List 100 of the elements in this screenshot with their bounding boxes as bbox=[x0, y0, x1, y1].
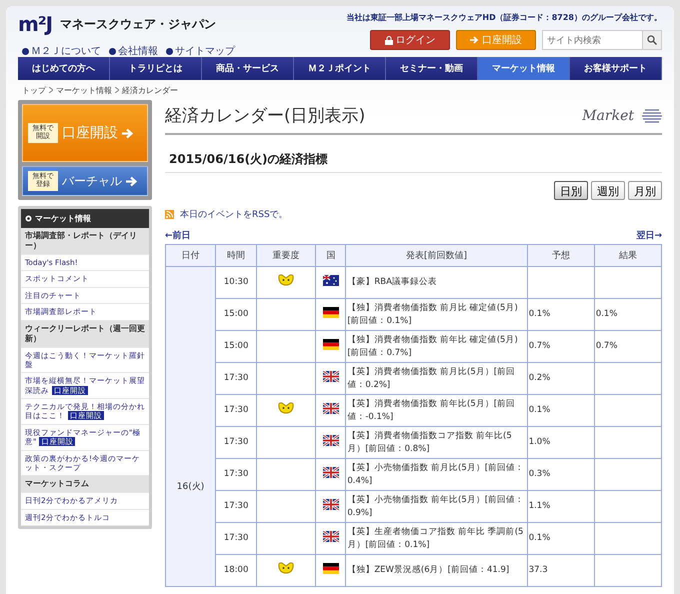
time-cell: 10:30 bbox=[216, 266, 257, 298]
chevron-icon bbox=[49, 87, 53, 93]
uk-flag-icon bbox=[322, 402, 339, 414]
result-cell: 0.7% bbox=[594, 330, 662, 362]
uk-flag-icon bbox=[322, 498, 339, 510]
menu-section-header[interactable]: 市場調査部・レポート（デイリー） bbox=[21, 228, 149, 255]
importance-icon bbox=[277, 561, 296, 576]
uk-flag-icon bbox=[322, 434, 339, 446]
arrow-right-icon bbox=[470, 36, 479, 44]
nav-tab[interactable]: セミナー・動画 bbox=[386, 57, 478, 80]
breadcrumb-link[interactable]: 経済カレンダー bbox=[122, 85, 178, 95]
forecast-cell: 1.0% bbox=[527, 426, 594, 458]
nav-tab[interactable]: 商品・サービス bbox=[202, 57, 294, 80]
lock-icon bbox=[384, 36, 392, 44]
nav-tab[interactable]: トラリピとは bbox=[110, 57, 202, 80]
previous-day-link[interactable]: ←前日 bbox=[165, 229, 191, 242]
result-cell bbox=[594, 426, 662, 458]
login-button[interactable]: ログイン bbox=[370, 30, 450, 50]
nav-tab[interactable]: お客様サポート bbox=[570, 57, 662, 80]
result-cell bbox=[594, 266, 662, 298]
breadcrumb-link[interactable]: マーケット情報 bbox=[56, 85, 112, 95]
germany-flag-icon bbox=[322, 338, 339, 350]
time-cell: 18:00 bbox=[216, 554, 257, 586]
event-cell: 【英】消費者物価指数 前年比(5月）[前回値：-0.1%] bbox=[346, 394, 528, 426]
column-header: 結果 bbox=[594, 244, 662, 266]
forecast-cell: 0.3% bbox=[527, 458, 594, 490]
time-cell: 17:30 bbox=[216, 490, 257, 522]
forecast-cell: 0.1% bbox=[527, 298, 594, 330]
header-link[interactable]: Ｍ２Ｊについて bbox=[22, 44, 101, 58]
column-header: 重要度 bbox=[256, 244, 316, 266]
menu-section-header[interactable]: ウィークリーレポート（週一回更新） bbox=[21, 320, 149, 348]
company-name: マネースクウェア・ジャパン bbox=[60, 16, 216, 32]
nav-tab[interactable]: はじめての方へ bbox=[18, 57, 110, 80]
germany-flag-icon bbox=[322, 562, 339, 574]
rss-icon bbox=[165, 210, 174, 219]
event-cell: 【独】消費者物価指数 前年比 確定値(5月)[前回値：0.7%] bbox=[346, 330, 528, 362]
column-header: 時間 bbox=[216, 244, 257, 266]
importance-icon bbox=[277, 273, 296, 288]
result-cell bbox=[594, 490, 662, 522]
time-cell: 17:30 bbox=[216, 458, 257, 490]
time-cell: 15:00 bbox=[216, 298, 257, 330]
column-header: 国 bbox=[316, 244, 346, 266]
search-field[interactable]: サイト内検索 bbox=[542, 30, 642, 50]
search-button[interactable] bbox=[642, 30, 662, 50]
header-link[interactable]: サイトマップ bbox=[166, 44, 235, 58]
event-cell: 【独】消費者物価指数 前月比 確定値(5月)[前回値：0.1%] bbox=[346, 298, 528, 330]
market-label: Market bbox=[582, 108, 662, 124]
australia-flag-icon bbox=[322, 274, 339, 286]
event-cell: 【独】ZEW景況感(6月）[前回値：41.9] bbox=[346, 554, 528, 586]
page-title: 経済カレンダー(日別表示) bbox=[165, 105, 366, 127]
event-cell: 【英】生産者物価コア指数 前年比 季調前(5月）[前回値：0.1%] bbox=[346, 522, 528, 554]
view-button[interactable]: 日別 bbox=[554, 181, 588, 200]
result-cell bbox=[594, 522, 662, 554]
column-header: 日付 bbox=[166, 244, 216, 266]
uk-flag-icon bbox=[322, 370, 339, 382]
event-cell: 【英】小売物価指数 前月比(5月）[前回値：0.4%] bbox=[346, 458, 528, 490]
date-heading: 2015/06/16(火)の経済指標 bbox=[165, 147, 662, 173]
column-header: 発表[前回数値] bbox=[346, 244, 528, 266]
forecast-cell: 37.3 bbox=[527, 554, 594, 586]
forecast-cell: 0.1% bbox=[527, 522, 594, 554]
importance-icon bbox=[277, 401, 296, 416]
time-cell: 17:30 bbox=[216, 426, 257, 458]
forecast-cell: 0.7% bbox=[527, 330, 594, 362]
event-cell: 【英】消費者物価指数 前月比(5月）[前回値：0.2%] bbox=[346, 362, 528, 394]
company-logo[interactable]: m²J bbox=[18, 12, 52, 36]
germany-flag-icon bbox=[322, 306, 339, 318]
event-cell: 【豪】RBA議事録公表 bbox=[346, 266, 528, 298]
result-cell bbox=[594, 458, 662, 490]
event-cell: 【英】消費者物価指数コア指数 前年比(5月）[前回値：0.8%] bbox=[346, 426, 528, 458]
time-cell: 17:30 bbox=[216, 522, 257, 554]
menu-section-header[interactable]: マーケットコラム bbox=[21, 476, 149, 494]
next-day-link[interactable]: 翌日→ bbox=[636, 229, 662, 242]
uk-flag-icon bbox=[322, 530, 339, 542]
header-link[interactable]: 会社情報 bbox=[109, 44, 158, 58]
forecast-cell: 0.2% bbox=[527, 362, 594, 394]
time-cell: 17:30 bbox=[216, 394, 257, 426]
time-cell: 17:30 bbox=[216, 362, 257, 394]
globe-lines-icon bbox=[642, 108, 662, 124]
arrow-right-icon bbox=[126, 176, 138, 186]
nav-tab[interactable]: マーケット情報 bbox=[478, 57, 570, 80]
arrow-right-icon bbox=[122, 128, 134, 138]
search-icon bbox=[647, 35, 657, 45]
forecast-cell: 1.1% bbox=[527, 490, 594, 522]
result-cell bbox=[594, 362, 662, 394]
result-cell bbox=[594, 394, 662, 426]
breadcrumb-link[interactable]: トップ bbox=[22, 85, 46, 95]
date-cell: 16(火) bbox=[166, 266, 216, 586]
nav-tab[interactable]: Ｍ２Ｊポイント bbox=[294, 57, 386, 80]
menu-title: マーケット情報 bbox=[35, 213, 91, 224]
chevron-icon bbox=[115, 87, 119, 93]
result-cell bbox=[594, 554, 662, 586]
forecast-cell: 0.1% bbox=[527, 394, 594, 426]
uk-flag-icon bbox=[322, 466, 339, 478]
view-button[interactable]: 週別 bbox=[591, 181, 625, 200]
result-cell: 0.1% bbox=[594, 298, 662, 330]
rss-link[interactable]: 本日のイベントをRSSで。 bbox=[165, 208, 662, 221]
bullet-icon bbox=[25, 215, 32, 222]
time-cell: 15:00 bbox=[216, 330, 257, 362]
view-button[interactable]: 月別 bbox=[628, 181, 662, 200]
forecast-cell bbox=[527, 266, 594, 298]
